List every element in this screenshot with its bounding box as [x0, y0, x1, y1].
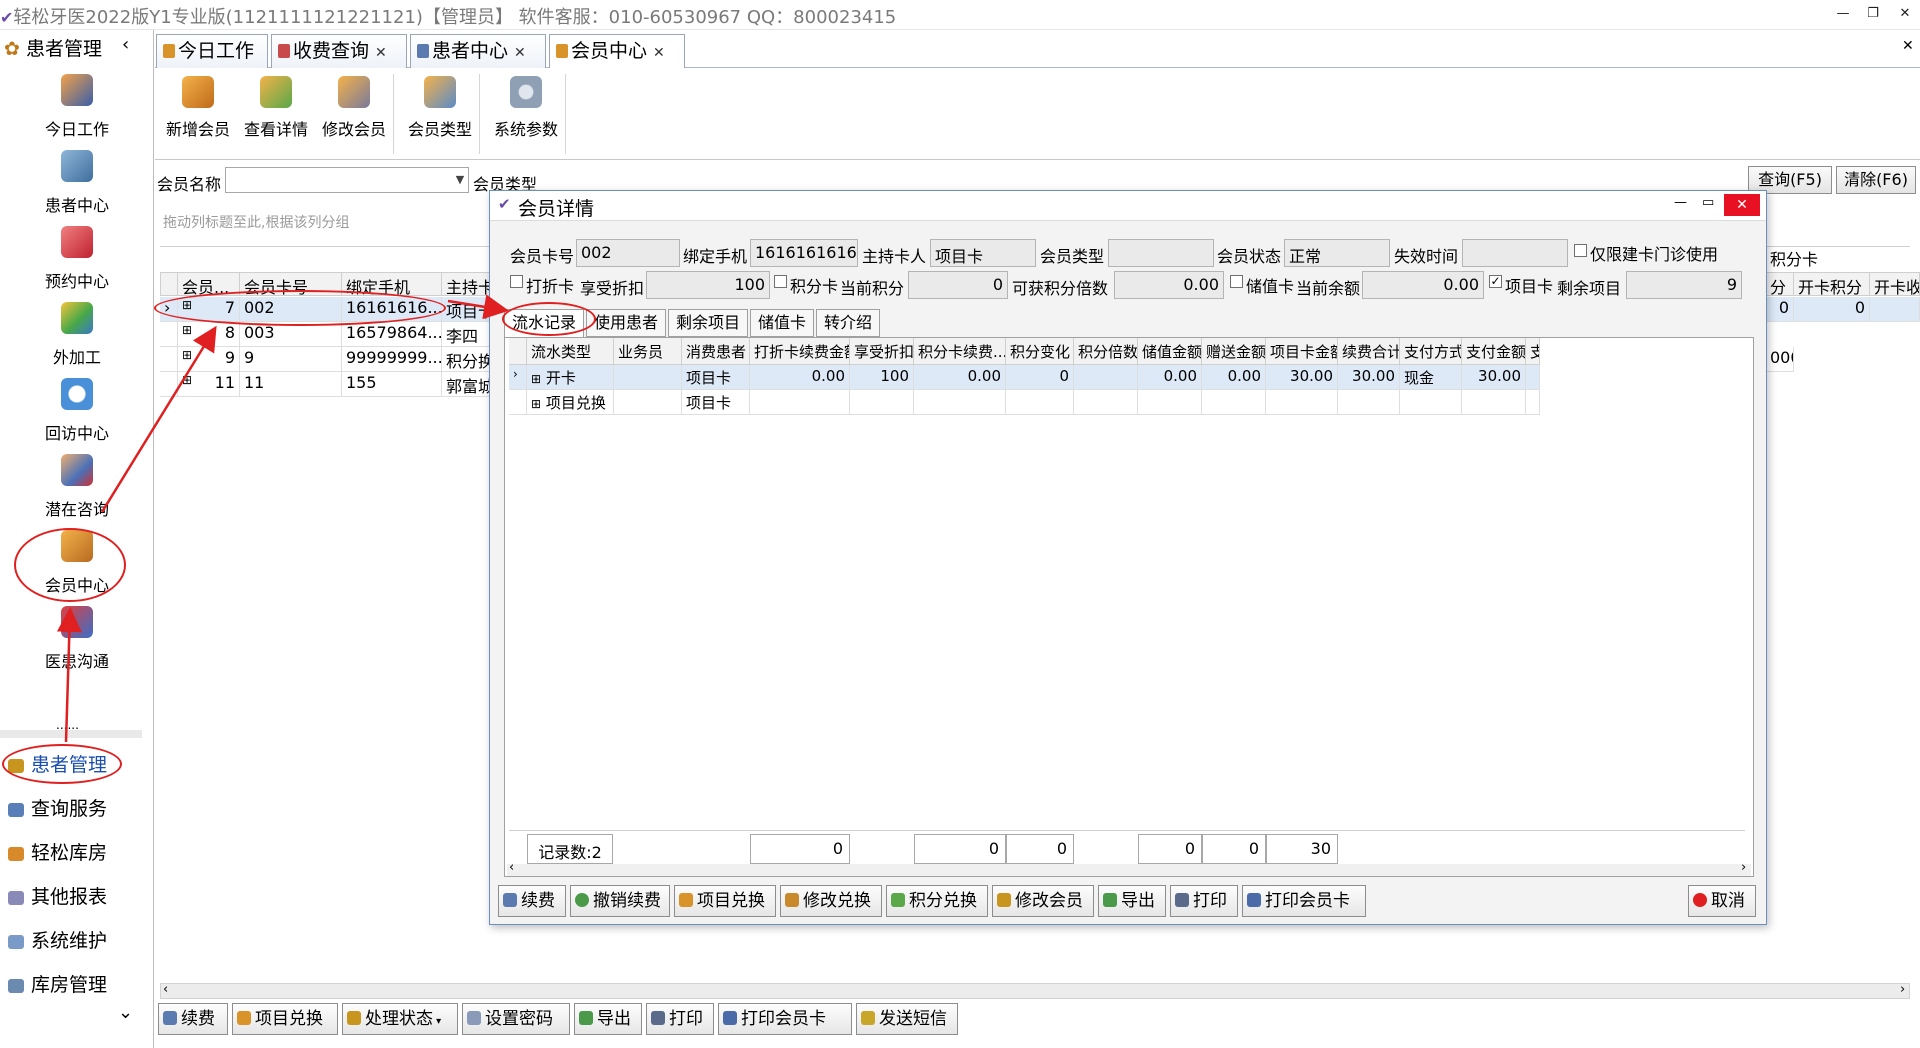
- annotation-arrows: [56, 294, 509, 743]
- annotation-arrow-up: [56, 607, 82, 743]
- annotation-arrow-to-row: [100, 325, 217, 513]
- annotation-arrow-to-tab: [447, 294, 509, 320]
